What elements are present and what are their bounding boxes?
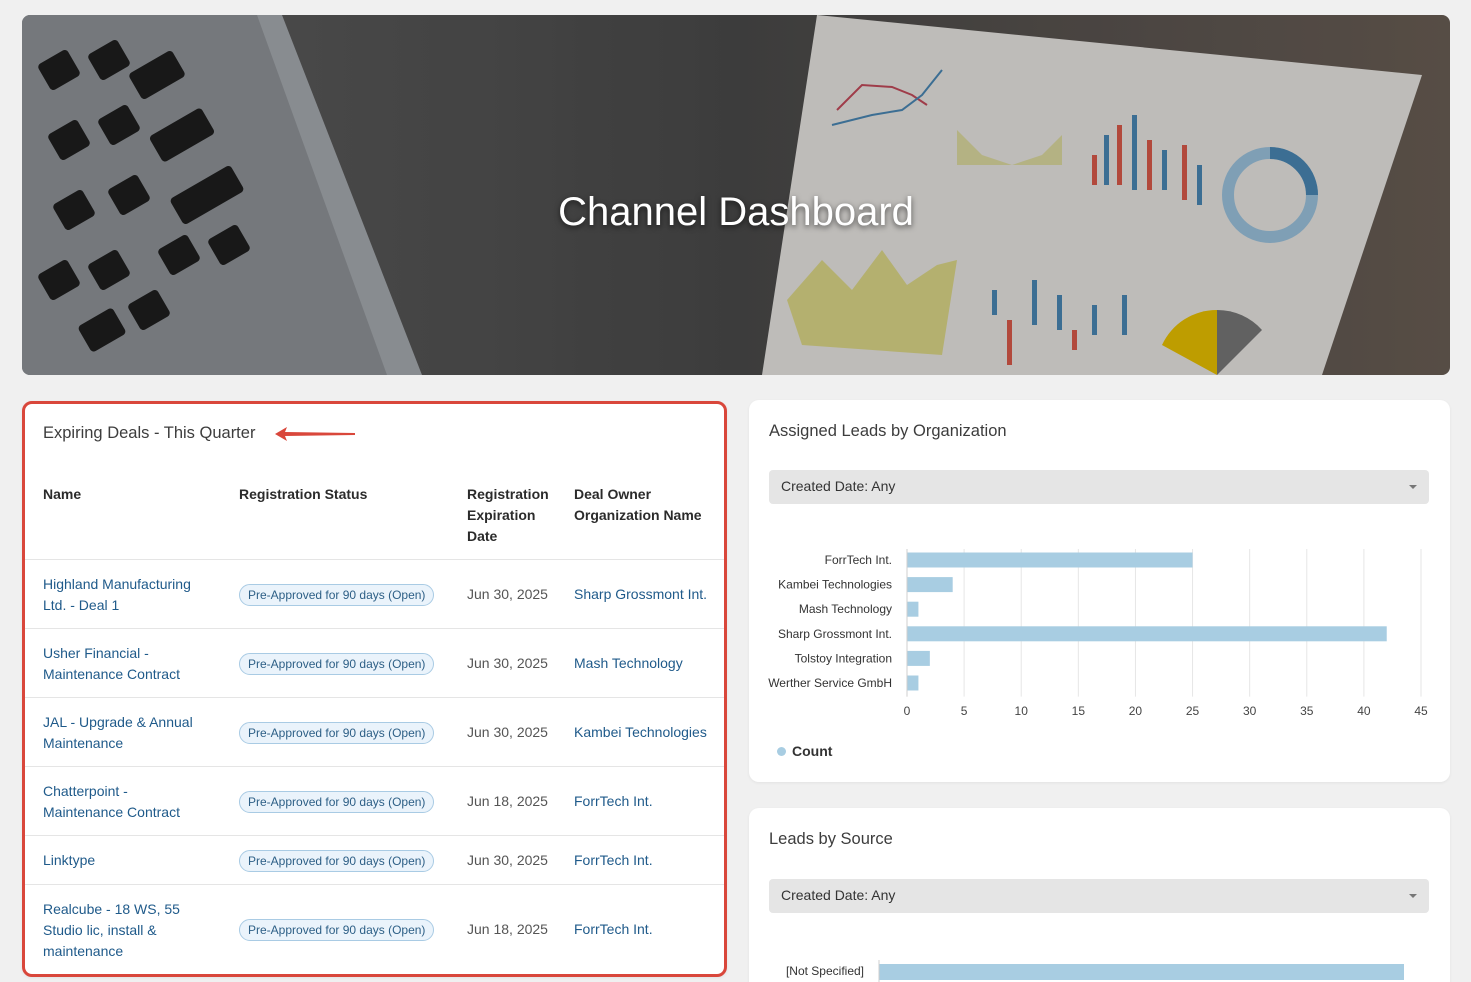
deal-name-link[interactable]: Highland Manufacturing Ltd. - Deal 1: [43, 574, 218, 616]
expiration-date: Jun 30, 2025: [467, 654, 548, 671]
column-header-registration-status[interactable]: Registration Status: [239, 484, 367, 505]
table-row[interactable]: Highland Manufacturing Ltd. - Deal 1 Pre-A…: [25, 559, 724, 628]
x-tick-label: 40: [1357, 704, 1371, 718]
y-category-label: Mash Technology: [799, 602, 892, 616]
expiration-date: Jun 30, 2025: [467, 723, 548, 740]
bar-werther-service-gmbh: [907, 675, 919, 691]
assigned-leads-bar-chart: 0 5 10 15 20 25 30 35 40 45 ForrTech Int. Kambei Te…: [768, 549, 1428, 718]
table-row[interactable]: Usher Financial - Maintenance Contract Pre…: [25, 628, 724, 697]
y-category-label: Sharp Grossmont Int.: [778, 627, 892, 641]
bar-not-specified: [879, 964, 1404, 980]
y-category-label: Tolstoy Integration: [795, 651, 892, 665]
status-badge: Pre-Approved for 90 days (Open): [239, 721, 435, 744]
x-tick-label: 20: [1129, 704, 1143, 718]
bar-kambei-technologies: [907, 577, 953, 593]
column-header-deal-owner-org[interactable]: Deal Owner Organization Name: [574, 484, 702, 526]
deal-owner-org-link[interactable]: ForrTech Int.: [574, 850, 653, 871]
x-tick-label: 0: [904, 704, 911, 718]
bar-sharp-grossmont-int-: [907, 626, 1387, 642]
y-category-label: ForrTech Int.: [825, 553, 892, 567]
deal-name-link[interactable]: Linktype: [43, 850, 218, 871]
leads-by-source-bar-chart: [Not Specified]: [786, 960, 1404, 982]
registration-status-cell: Pre-Approved for 90 days (Open): [239, 790, 435, 813]
legend-dot-icon: [777, 747, 786, 756]
expiring-deals-title: Expiring Deals - This Quarter: [43, 424, 256, 442]
assigned-leads-by-organization-card: Assigned Leads by Organization Created D…: [749, 400, 1450, 782]
leads-by-source-card: Leads by Source Created Date: Any [Not S…: [749, 808, 1450, 982]
expiration-date: Jun 30, 2025: [467, 851, 548, 868]
annotation-arrow-icon: [275, 427, 355, 441]
deal-name-link[interactable]: JAL - Upgrade & Annual Maintenance: [43, 712, 218, 754]
status-badge: Pre-Approved for 90 days (Open): [239, 919, 435, 941]
status-badge: Pre-Approved for 90 days (Open): [239, 790, 435, 813]
bar-forrtech-int-: [907, 552, 1193, 568]
deal-owner-org-link[interactable]: ForrTech Int.: [574, 791, 653, 812]
column-header-expiration-date[interactable]: Registration Expiration Date: [467, 484, 549, 547]
status-badge: Pre-Approved for 90 days (Open): [239, 583, 435, 606]
x-tick-label: 30: [1243, 704, 1257, 718]
x-tick-label: 45: [1414, 704, 1428, 718]
table-row[interactable]: JAL - Upgrade & Annual Maintenance Pre-App…: [25, 697, 724, 766]
deal-owner-org-link[interactable]: Sharp Grossmont Int.: [574, 584, 707, 605]
x-tick-label: 15: [1072, 704, 1086, 718]
table-row[interactable]: Realcube - 18 WS, 55 Studio lic, install …: [25, 884, 724, 974]
registration-status-cell: Pre-Approved for 90 days (Open): [239, 919, 435, 941]
deal-name-link[interactable]: Usher Financial - Maintenance Contract: [43, 643, 218, 685]
deal-name-link[interactable]: Chatterpoint - Maintenance Contract: [43, 781, 218, 823]
expiration-date: Jun 30, 2025: [467, 585, 548, 602]
registration-status-cell: Pre-Approved for 90 days (Open): [239, 652, 435, 675]
x-tick-label: 10: [1015, 704, 1029, 718]
deal-owner-org-link[interactable]: Kambei Technologies: [574, 722, 707, 743]
column-header-name[interactable]: Name: [43, 484, 81, 505]
table-row[interactable]: Chatterpoint - Maintenance Contract Pre-Ap…: [25, 766, 724, 835]
x-tick-label: 25: [1186, 704, 1200, 718]
status-badge: Pre-Approved for 90 days (Open): [239, 849, 435, 872]
y-category-label: [Not Specified]: [786, 964, 864, 978]
x-tick-label: 5: [961, 704, 968, 718]
x-tick-label: 35: [1300, 704, 1314, 718]
deal-name-link[interactable]: Realcube - 18 WS, 55 Studio lic, install …: [43, 899, 218, 962]
page-title: Channel Dashboard: [558, 190, 914, 234]
deal-owner-org-link[interactable]: ForrTech Int.: [574, 919, 653, 940]
bar-tolstoy-integration: [907, 650, 930, 666]
y-category-label: Kambei Technologies: [778, 578, 892, 592]
expiration-date: Jun 18, 2025: [467, 792, 548, 809]
deal-owner-org-link[interactable]: Mash Technology: [574, 653, 683, 674]
registration-status-cell: Pre-Approved for 90 days (Open): [239, 583, 435, 606]
table-row[interactable]: Linktype Pre-Approved for 90 days (Open) J…: [25, 835, 724, 884]
status-badge: Pre-Approved for 90 days (Open): [239, 652, 435, 675]
registration-status-cell: Pre-Approved for 90 days (Open): [239, 849, 435, 872]
registration-status-cell: Pre-Approved for 90 days (Open): [239, 721, 435, 744]
bar-mash-technology: [907, 601, 919, 617]
chart-legend-count[interactable]: Count: [777, 743, 832, 759]
y-category-label: Werther Service GmbH: [768, 676, 892, 690]
expiring-deals-card: Expiring Deals - This Quarter Name Regis…: [22, 401, 727, 977]
expiration-date: Jun 18, 2025: [467, 921, 548, 937]
hero-banner: Channel Dashboard: [22, 15, 1450, 375]
